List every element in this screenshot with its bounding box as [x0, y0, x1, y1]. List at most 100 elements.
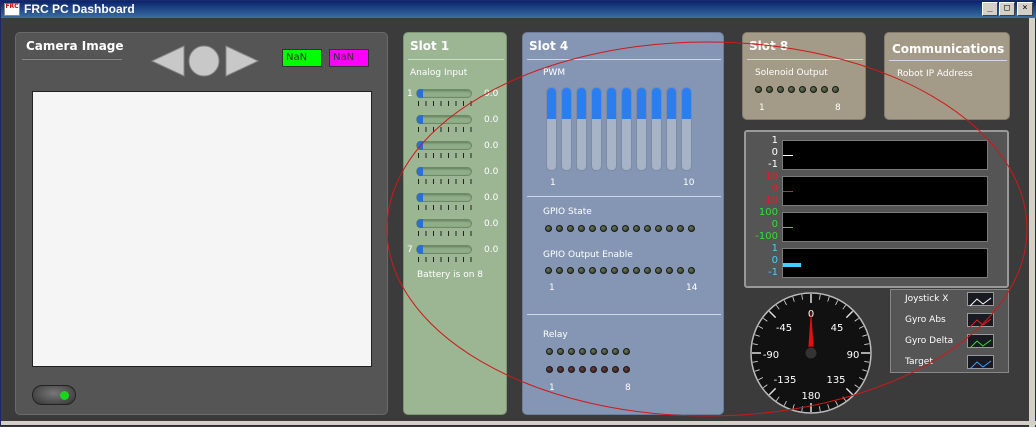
- gpio-state-led-7: [611, 225, 618, 232]
- solenoid-led-7: [821, 86, 828, 93]
- communications-panel: Communications Robot IP Address: [884, 32, 1010, 120]
- pan-right-icon[interactable]: [225, 45, 260, 77]
- strip-trace-3: [783, 227, 793, 228]
- camera-panel: Camera Image NaN NaN: [15, 32, 388, 415]
- gpio-divider: [527, 314, 721, 315]
- legend-swatch-3[interactable]: [967, 334, 994, 349]
- minimize-button[interactable]: _: [982, 2, 998, 16]
- gpio-state-led-13: [677, 225, 684, 232]
- pwm-channel-6[interactable]: [621, 87, 632, 171]
- gpio-output-led-5: [589, 267, 596, 274]
- dashboard-window: FRC FRC PC Dashboard _ □ × Camera Image …: [0, 0, 1036, 427]
- pwm-channel-2[interactable]: [561, 87, 572, 171]
- nan-green-indicator: NaN: [282, 49, 322, 67]
- solenoid-led-6: [810, 86, 817, 93]
- camera-title: Camera Image: [26, 39, 124, 53]
- nan-magenta-indicator: NaN: [329, 49, 369, 67]
- gpio-last: 14: [686, 283, 698, 293]
- strip-axis-label-4-3: -1: [768, 267, 778, 278]
- relay-forward-led-3: [568, 348, 575, 355]
- gpio-state-led-4: [578, 225, 585, 232]
- slot8-title: Slot 8: [749, 39, 789, 53]
- close-button[interactable]: ×: [1017, 2, 1033, 16]
- camera-arrow-controls: [150, 45, 260, 77]
- gpio-first: 1: [549, 283, 555, 293]
- relay-reverse-led-1: [546, 366, 553, 373]
- slot4-title: Slot 4: [529, 39, 569, 53]
- legend-line-icon: [969, 360, 992, 370]
- slot8-panel: Slot 8 Solenoid Output 1 8: [742, 32, 866, 120]
- slot8-title-underline: [747, 59, 863, 60]
- pwm-channel-7[interactable]: [636, 87, 647, 171]
- gpio-output-led-9: [633, 267, 640, 274]
- strip-axis-label-1-3: -1: [768, 159, 778, 170]
- legend-swatch-1[interactable]: [967, 292, 994, 307]
- gpio-state-label: GPIO State: [543, 207, 592, 217]
- pwm-fill-7: [637, 88, 646, 119]
- gpio-output-led-1: [545, 267, 552, 274]
- gpio-state-led-12: [666, 225, 673, 232]
- strip-axis-label-3-1: 100: [758, 207, 778, 218]
- plot-legend: Joystick X Gyro Abs Gyro Delta Target: [890, 289, 1009, 373]
- slot1-panel: Slot 1 Analog Input 1 7 0.0 0.0 0.0 0.0: [403, 32, 507, 415]
- legend-line-path: [969, 318, 992, 328]
- pwm-bar-group: [546, 87, 696, 173]
- relay-reverse-led-3: [568, 366, 575, 373]
- relay-forward-led-7: [612, 348, 619, 355]
- pwm-fill-5: [607, 88, 616, 119]
- gpio-output-led-7: [611, 267, 618, 274]
- analog-value-5: 0.0: [484, 193, 499, 203]
- title-bar[interactable]: FRC FRC PC Dashboard _ □ ×: [1, 1, 1036, 18]
- relay-first: 1: [549, 383, 555, 393]
- pwm-channel-10[interactable]: [681, 87, 692, 171]
- camera-enable-toggle[interactable]: [32, 385, 76, 405]
- legend-rows: Joystick X Gyro Abs Gyro Delta Target: [891, 290, 1008, 372]
- strip-chart-3: [782, 212, 988, 242]
- gpio-state-led-11: [655, 225, 662, 232]
- gpio-output-label: GPIO Output Enable: [543, 250, 633, 260]
- strip-axis-label-2-2: 0: [771, 183, 778, 194]
- pwm-channel-8[interactable]: [651, 87, 662, 171]
- communications-title: Communications: [892, 42, 1005, 56]
- maximize-button[interactable]: □: [999, 2, 1015, 16]
- relay-reverse-led-8: [623, 366, 630, 373]
- pwm-fill-4: [592, 88, 601, 119]
- legend-line-path: [969, 339, 992, 349]
- pwm-channel-9[interactable]: [666, 87, 677, 171]
- relay-reverse-led-row: [546, 366, 636, 375]
- pwm-channel-1[interactable]: [546, 87, 557, 171]
- analog-value-4: 0.0: [484, 167, 499, 177]
- solenoid-label: Solenoid Output: [755, 68, 828, 78]
- pwm-channel-3[interactable]: [576, 87, 587, 171]
- legend-swatch-4[interactable]: [967, 355, 994, 370]
- legend-line-path: [969, 360, 992, 370]
- nan-green-text: NaN: [286, 52, 308, 63]
- gpio-state-led-6: [600, 225, 607, 232]
- center-circle-icon[interactable]: [188, 45, 220, 77]
- gauge-label-180: 180: [801, 391, 820, 402]
- strip-axis-label-2-1: 10: [765, 171, 778, 182]
- relay-label: Relay: [543, 330, 568, 340]
- relay-reverse-led-5: [590, 366, 597, 373]
- pan-left-icon[interactable]: [150, 45, 185, 77]
- legend-label-1: Joystick X: [905, 294, 949, 304]
- relay-reverse-led-2: [557, 366, 564, 373]
- gpio-state-led-1: [545, 225, 552, 232]
- pwm-channel-5[interactable]: [606, 87, 617, 171]
- gpio-state-led-row: [545, 225, 705, 234]
- strip-axis-label-4-1: 1: [771, 243, 778, 254]
- gyro-gauge: 0 -45 45 -90 90 -135 135 180: [750, 292, 872, 414]
- legend-line-path: [969, 297, 992, 307]
- pwm-channel-4[interactable]: [591, 87, 602, 171]
- relay-reverse-led-4: [579, 366, 586, 373]
- gpio-output-led-3: [567, 267, 574, 274]
- pwm-fill-3: [577, 88, 586, 119]
- graph-stack: 1 0 -1 10 0 -10 100 0 -100 1 0 -1: [746, 132, 1007, 286]
- graph-stack-panel: 1 0 -1 10 0 -10 100 0 -100 1 0 -1: [744, 130, 1009, 288]
- solenoid-led-3: [777, 86, 784, 93]
- solenoid-led-2: [766, 86, 773, 93]
- strip-axis-label-3-2: 0: [771, 219, 778, 230]
- legend-swatch-2[interactable]: [967, 313, 994, 328]
- solenoid-first: 1: [759, 103, 765, 113]
- legend-line-icon: [969, 339, 992, 349]
